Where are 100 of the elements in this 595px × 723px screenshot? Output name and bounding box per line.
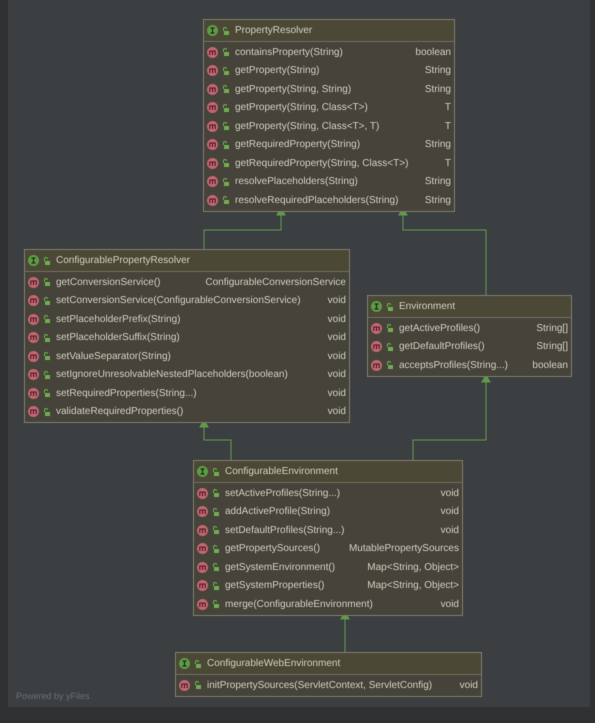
method-icon — [207, 84, 218, 95]
return-type: boolean — [414, 46, 451, 60]
interface-box[interactable] — [24, 249, 350, 423]
return-type: ConfigurableConversionService — [204, 276, 346, 290]
lock-icon — [43, 256, 50, 264]
lock-icon — [222, 66, 229, 75]
lock-icon — [386, 361, 393, 370]
method-signature: merge(ConfigurableEnvironment) — [225, 598, 373, 612]
method-signature: getConversionService() — [56, 276, 160, 290]
return-type: void — [326, 350, 346, 364]
return-type: void — [326, 294, 346, 308]
method-signature: setValueSeparator(String) — [56, 350, 171, 364]
interface-icon — [207, 25, 218, 36]
lock-icon — [386, 342, 393, 351]
method-signature: getProperty(String, String) — [235, 82, 352, 97]
lock-icon — [194, 660, 201, 668]
method-icon — [207, 194, 218, 206]
lock-icon — [43, 408, 50, 416]
method-signature: setDefaultProfiles(String...) — [225, 524, 344, 538]
lock-icon — [222, 48, 229, 56]
method-signature: getProperty(String, Class<T>, T) — [235, 120, 380, 134]
method-signature: initPropertySources(ServletContext, ServletConfig) — [207, 678, 432, 693]
interface-name: PropertyResolver — [235, 24, 312, 38]
return-type: String — [424, 64, 451, 78]
lock-icon — [43, 278, 50, 286]
interface-box[interactable]: ConfigurableWebEnvironment initPropertySources(ServletContext, ServletConfig) void — [175, 652, 482, 696]
lock-icon — [222, 196, 229, 204]
method-signature: containsProperty(String) — [235, 46, 343, 60]
method-icon — [197, 543, 208, 554]
lock-icon — [43, 389, 50, 398]
method-signature: getSystemProperties() — [225, 579, 324, 594]
method-signature: setPlaceholderSuffix(String) — [56, 331, 180, 346]
interface-icon — [197, 466, 208, 477]
return-type: String[] — [535, 340, 568, 354]
return-type: void — [440, 598, 459, 612]
method-icon — [197, 488, 208, 499]
method-icon — [207, 46, 218, 58]
return-type: String[] — [535, 322, 568, 336]
return-type: T — [444, 120, 451, 134]
lock-icon — [43, 352, 50, 360]
lock-icon — [222, 104, 229, 112]
return-type: void — [326, 405, 346, 420]
interface-icon — [28, 255, 39, 266]
return-type: void — [326, 312, 346, 327]
interface-icon — [179, 658, 190, 669]
interface-box[interactable] — [203, 19, 455, 212]
lock-icon — [386, 302, 393, 310]
lock-icon — [43, 370, 50, 379]
lock-icon — [222, 85, 229, 94]
method-icon — [207, 65, 218, 76]
return-type: String — [424, 194, 451, 208]
method-signature: getActiveProfiles() — [399, 322, 480, 336]
return-type: String — [424, 138, 451, 152]
method-signature: getRequiredProperty(String) — [235, 138, 360, 152]
interface-box[interactable]: Environment getActiveProfiles() String[] getDefaultProfiles() String[] acceptsProfiles(String...) boolean — [367, 295, 572, 376]
return-type: T — [444, 101, 451, 116]
method-icon — [207, 139, 218, 150]
lock-icon — [212, 563, 219, 572]
method-icon — [28, 388, 39, 399]
method-icon — [28, 314, 39, 325]
method-signature: getRequiredProperty(String, Class<T>) — [235, 156, 408, 171]
lock-icon — [43, 296, 50, 305]
method-icon — [179, 680, 190, 691]
return-type: void — [326, 368, 346, 382]
method-signature: setPlaceholderPrefix(String) — [56, 312, 180, 327]
lock-icon — [212, 526, 219, 534]
lock-icon — [222, 159, 229, 168]
return-type: void — [326, 331, 346, 346]
method-icon — [371, 322, 382, 334]
method-icon — [28, 332, 39, 344]
method-icon — [28, 295, 39, 306]
return-type: Map<String, Object> — [366, 560, 459, 575]
lock-icon — [386, 324, 393, 332]
method-signature: validateRequiredProperties() — [56, 405, 184, 420]
return-type: void — [458, 678, 478, 693]
method-signature: getPropertySources() — [225, 542, 320, 556]
method-signature: getProperty(String, Class<T>) — [235, 101, 368, 116]
method-icon — [207, 176, 218, 188]
method-icon — [197, 598, 208, 610]
method-signature: setActiveProfiles(String...) — [225, 486, 340, 501]
lock-icon — [194, 681, 201, 690]
return-type: String — [424, 175, 451, 190]
method-icon — [28, 276, 39, 288]
interface-name: ConfigurableWebEnvironment — [207, 657, 340, 671]
lock-icon — [212, 600, 219, 608]
return-type: void — [440, 486, 459, 501]
method-signature: getProperty(String) — [235, 64, 320, 78]
method-icon — [371, 360, 382, 371]
method-signature: setIgnoreUnresolvableNestedPlaceholders(boolean) — [56, 368, 288, 382]
interface-icon — [371, 301, 382, 312]
method-icon — [207, 102, 218, 114]
method-signature: getDefaultProfiles() — [399, 340, 485, 354]
interface-box[interactable] — [193, 460, 463, 616]
lock-icon — [212, 582, 219, 590]
return-type: T — [444, 156, 451, 171]
return-type: Map<String, Object> — [366, 579, 459, 594]
interface-name: Environment — [399, 300, 456, 314]
method-icon — [28, 369, 39, 380]
method-icon — [207, 158, 218, 169]
method-icon — [28, 406, 39, 418]
